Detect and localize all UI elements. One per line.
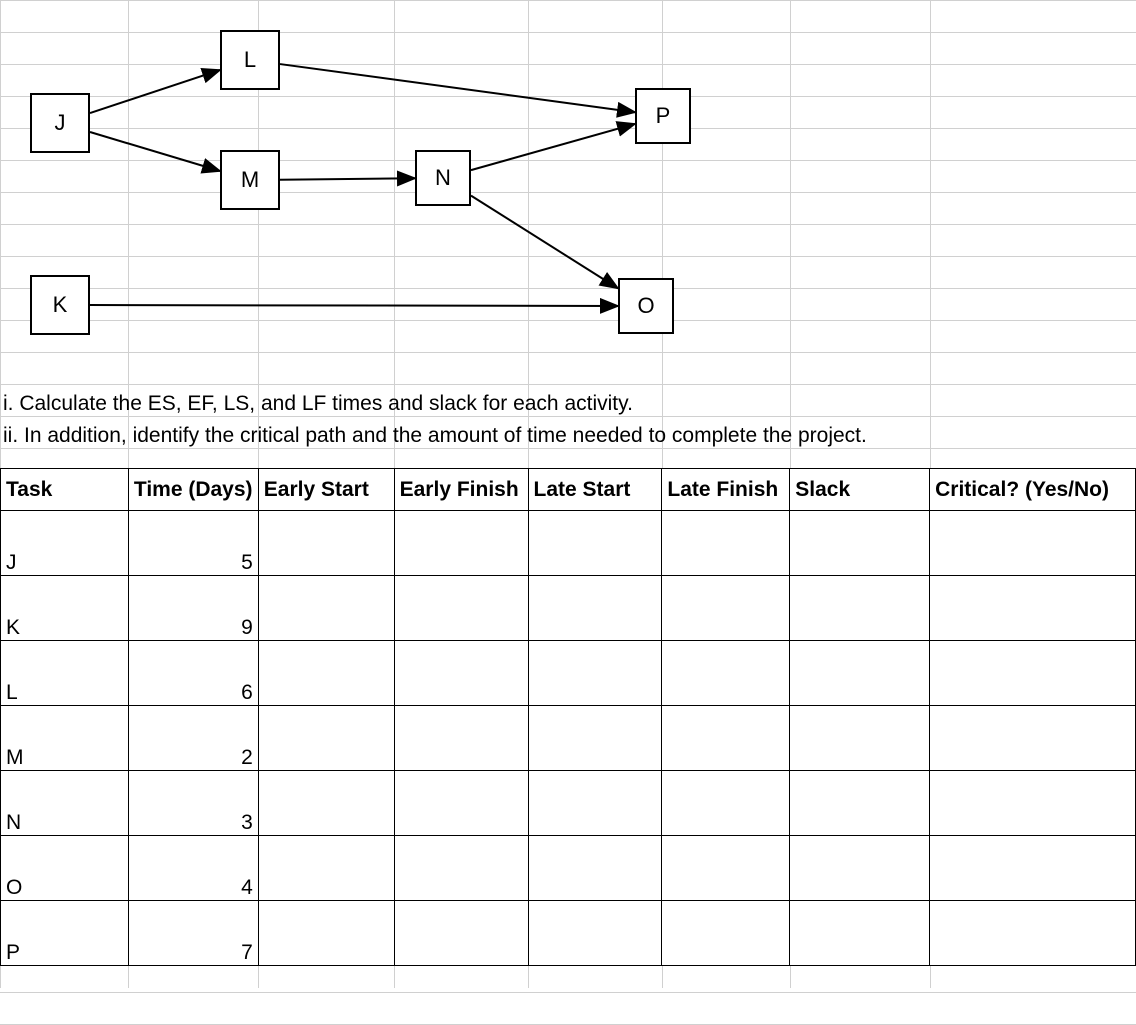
edge-N-P <box>471 124 635 170</box>
cell-es[interactable] <box>258 706 394 771</box>
edge-L-P <box>280 64 635 112</box>
cell-time[interactable]: 7 <box>128 901 258 966</box>
cell-ef[interactable] <box>394 836 528 901</box>
cell-lf[interactable] <box>662 836 790 901</box>
instructions: i. Calculate the ES, EF, LS, and LF time… <box>3 388 963 451</box>
cell-ef[interactable] <box>394 901 528 966</box>
cell-ef[interactable] <box>394 511 528 576</box>
header-ef: Early Finish <box>394 469 528 511</box>
header-time: Time (Days) <box>128 469 258 511</box>
cell-time[interactable]: 5 <box>128 511 258 576</box>
cell-lf[interactable] <box>662 511 790 576</box>
cell-ls[interactable] <box>528 641 662 706</box>
cell-ef[interactable] <box>394 771 528 836</box>
cell-critical[interactable] <box>930 641 1136 706</box>
cell-critical[interactable] <box>930 836 1136 901</box>
cell-task[interactable]: N <box>1 771 129 836</box>
table-row: N3 <box>1 771 1136 836</box>
table-row: P7 <box>1 901 1136 966</box>
network-diagram: J K LM N P O <box>0 0 760 380</box>
table-row: M2 <box>1 706 1136 771</box>
cell-time[interactable]: 9 <box>128 576 258 641</box>
header-task: Task <box>1 469 129 511</box>
cell-ls[interactable] <box>528 706 662 771</box>
table-row: J5 <box>1 511 1136 576</box>
node-K: K <box>30 275 90 335</box>
node-L: L <box>220 30 280 90</box>
cell-task[interactable]: O <box>1 836 129 901</box>
node-N: N <box>415 150 471 206</box>
header-critical: Critical? (Yes/No) <box>930 469 1136 511</box>
cell-lf[interactable] <box>662 706 790 771</box>
cell-ls[interactable] <box>528 576 662 641</box>
cell-ls[interactable] <box>528 511 662 576</box>
task-table-container: Task Time (Days) Early Start Early Finis… <box>0 468 1136 966</box>
cell-ef[interactable] <box>394 576 528 641</box>
edge-J-L <box>90 70 220 113</box>
node-P: P <box>635 88 691 144</box>
cell-es[interactable] <box>258 511 394 576</box>
cell-slack[interactable] <box>790 576 930 641</box>
node-O: O <box>618 278 674 334</box>
cell-ef[interactable] <box>394 641 528 706</box>
cell-ef[interactable] <box>394 706 528 771</box>
edge-M-N <box>280 178 415 179</box>
cell-task[interactable]: P <box>1 901 129 966</box>
header-es: Early Start <box>258 469 394 511</box>
cell-es[interactable] <box>258 901 394 966</box>
cell-lf[interactable] <box>662 641 790 706</box>
table-row: O4 <box>1 836 1136 901</box>
cell-es[interactable] <box>258 771 394 836</box>
edge-J-M <box>90 132 220 171</box>
cell-slack[interactable] <box>790 641 930 706</box>
table-header-row: Task Time (Days) Early Start Early Finis… <box>1 469 1136 511</box>
cell-slack[interactable] <box>790 836 930 901</box>
cell-time[interactable]: 6 <box>128 641 258 706</box>
cell-task[interactable]: J <box>1 511 129 576</box>
cell-slack[interactable] <box>790 706 930 771</box>
cell-critical[interactable] <box>930 511 1136 576</box>
cell-ls[interactable] <box>528 836 662 901</box>
edge-N-O <box>471 196 618 289</box>
cell-task[interactable]: L <box>1 641 129 706</box>
table-row: K9 <box>1 576 1136 641</box>
cell-lf[interactable] <box>662 771 790 836</box>
cell-critical[interactable] <box>930 706 1136 771</box>
cell-lf[interactable] <box>662 901 790 966</box>
cell-critical[interactable] <box>930 771 1136 836</box>
cell-slack[interactable] <box>790 771 930 836</box>
cell-ls[interactable] <box>528 771 662 836</box>
cell-critical[interactable] <box>930 576 1136 641</box>
cell-critical[interactable] <box>930 901 1136 966</box>
cell-time[interactable]: 4 <box>128 836 258 901</box>
node-M: M <box>220 150 280 210</box>
cell-time[interactable]: 3 <box>128 771 258 836</box>
header-lf: Late Finish <box>662 469 790 511</box>
task-table: Task Time (Days) Early Start Early Finis… <box>0 468 1136 966</box>
cell-time[interactable]: 2 <box>128 706 258 771</box>
cell-slack[interactable] <box>790 511 930 576</box>
instruction-line-2: ii. In addition, identify the critical p… <box>3 420 963 452</box>
cell-es[interactable] <box>258 836 394 901</box>
cell-ls[interactable] <box>528 901 662 966</box>
edge-K-O <box>90 305 618 306</box>
cell-task[interactable]: K <box>1 576 129 641</box>
cell-es[interactable] <box>258 576 394 641</box>
header-slack: Slack <box>790 469 930 511</box>
cell-es[interactable] <box>258 641 394 706</box>
cell-lf[interactable] <box>662 576 790 641</box>
header-ls: Late Start <box>528 469 662 511</box>
cell-task[interactable]: M <box>1 706 129 771</box>
instruction-line-1: i. Calculate the ES, EF, LS, and LF time… <box>3 388 963 420</box>
node-J: J <box>30 93 90 153</box>
cell-slack[interactable] <box>790 901 930 966</box>
table-row: L6 <box>1 641 1136 706</box>
